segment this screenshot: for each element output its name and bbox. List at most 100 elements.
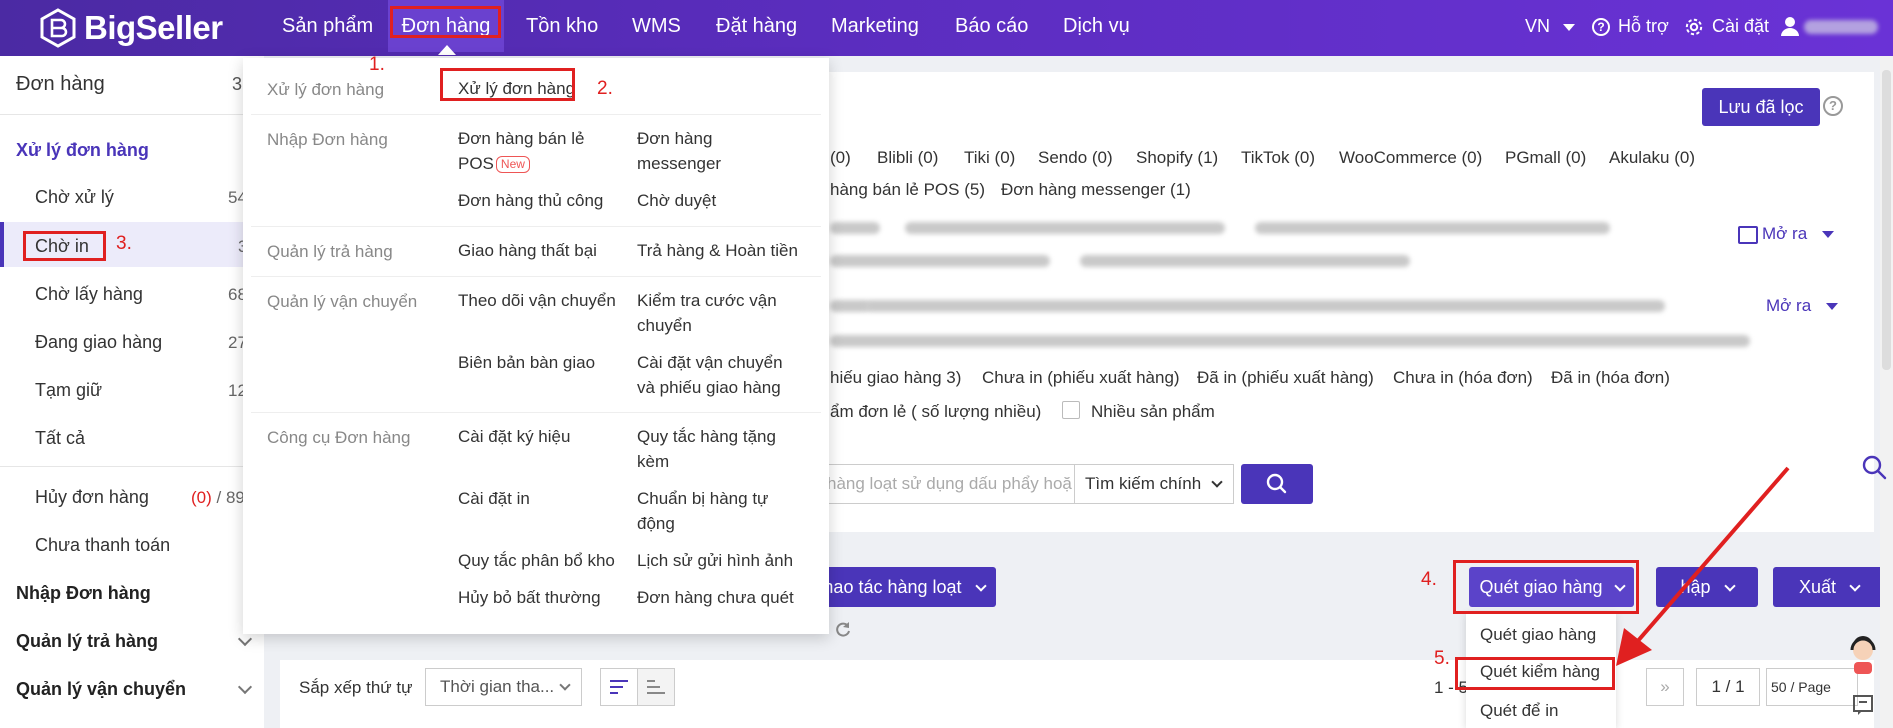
user-avatar-icon[interactable] [1780, 16, 1800, 36]
print-status-printed-picklist[interactable]: Đã in (phiếu xuất hàng) [1197, 368, 1374, 388]
language-selector[interactable]: VN [1525, 0, 1576, 52]
search-input[interactable]: hàng loạt sử dụng dấu phẩy hoặ [826, 464, 1074, 504]
menu-category-returns: Quản lý trả hàng [267, 242, 393, 261]
sort-field-select[interactable]: Thời gian tha... [425, 668, 582, 706]
platform-filter[interactable]: (0) [830, 148, 851, 168]
page-size-select[interactable]: 50 / Page [1766, 668, 1858, 706]
sidebar-section-import[interactable]: Nhập Đơn hàng [16, 583, 151, 604]
nav-products[interactable]: Sản phẩm [282, 0, 373, 52]
nav-reports[interactable]: Báo cáo [955, 0, 1028, 52]
menu-item-auto-prepare[interactable]: Chuẩn bị hàng tự động [637, 486, 797, 536]
search-field-select[interactable]: Tìm kiếm chính [1074, 464, 1234, 504]
platform-filter-pos[interactable]: hàng bán lẻ POS (5) [830, 180, 985, 200]
menu-item-returns-refunds[interactable]: Trả hàng & Hoàn tiền [637, 238, 798, 263]
sidebar-item-shipping[interactable]: Đang giao hàng [35, 332, 162, 353]
menu-item-symbol-settings[interactable]: Cài đặt ký hiệu [458, 424, 570, 449]
platform-filter-woocommerce[interactable]: WooCommerce (0) [1339, 148, 1482, 168]
menu-divider [251, 276, 821, 277]
sort-field-label: Thời gian tha... [440, 677, 555, 696]
gear-icon [1685, 19, 1703, 36]
menu-item-handover-report[interactable]: Biên bản bàn giao [458, 350, 595, 375]
sort-desc-button[interactable] [600, 668, 638, 706]
sort-asc-icon [647, 680, 665, 694]
expand-warehouses-link[interactable]: Mở ra [1766, 296, 1838, 316]
print-status-unprinted-invoice[interactable]: Chưa in (hóa đơn) [1393, 368, 1533, 388]
platform-filter-akulaku[interactable]: Akulaku (0) [1609, 148, 1695, 168]
sidebar-item-pending[interactable]: Chờ xử lý [35, 187, 114, 208]
feedback-icon[interactable] [1852, 694, 1874, 716]
menu-item-image-history[interactable]: Lịch sử gửi hình ảnh [637, 548, 793, 573]
sidebar-collapse-toggle[interactable]: 3 [232, 74, 242, 95]
redacted-store [830, 255, 1050, 267]
sidebar-section-returns[interactable]: Quản lý trả hàng [16, 631, 158, 652]
top-navigation-bar: BigSeller Sản phẩm Đơn hàng Tồn kho WMS … [0, 0, 1893, 56]
print-status-printed-invoice[interactable]: Đã in (hóa đơn) [1551, 368, 1670, 388]
annotation-step-5: 5. [1434, 648, 1450, 669]
sidebar-section-shipping[interactable]: Quản lý vận chuyển [16, 679, 186, 700]
new-badge: New [495, 156, 530, 174]
platform-filter-shopify[interactable]: Shopify (1) [1136, 148, 1218, 168]
menu-item-gift-rules[interactable]: Quy tắc hàng tặng kèm [637, 424, 797, 474]
sidebar-active-indicator [0, 222, 4, 267]
sidebar-item-all[interactable]: Tất cả [35, 428, 85, 449]
print-status-waybill[interactable]: hiếu giao hàng 3) [830, 368, 961, 388]
sidebar-item-waiting-pickup[interactable]: Chờ lấy hàng [35, 284, 143, 305]
menu-item-scan-shipping[interactable]: Quét giao hàng [1480, 625, 1596, 645]
redacted-warehouse [830, 300, 870, 312]
nav-purchase[interactable]: Đặt hàng [716, 0, 797, 52]
refresh-icon[interactable] [834, 621, 852, 639]
expand-stores-link[interactable]: Mở ra [1738, 224, 1834, 244]
menu-item-print-settings[interactable]: Cài đặt in [458, 486, 530, 511]
redacted-store [830, 222, 880, 234]
menu-item-messenger-orders[interactable]: Đơn hàng messenger [637, 126, 747, 176]
menu-item-check-shipping-fee[interactable]: Kiểm tra cước vận chuyển [637, 288, 797, 338]
sidebar-item-unpaid[interactable]: Chưa thanh toán [35, 535, 170, 556]
pager-current[interactable]: 1 / 1 [1696, 668, 1760, 706]
menu-item-warehouse-rules[interactable]: Quy tắc phân bổ kho [458, 548, 615, 573]
platform-filter-blibli[interactable]: Blibli (0) [877, 148, 938, 168]
multi-product-checkbox[interactable] [1062, 401, 1080, 419]
menu-item-manual-orders[interactable]: Đơn hàng thủ công [458, 188, 603, 213]
menu-item-track-shipping[interactable]: Theo dõi vận chuyển [458, 288, 616, 313]
platform-filter-messenger[interactable]: Đơn hàng messenger (1) [1001, 180, 1191, 200]
support-link[interactable]: ? Hỗ trợ [1592, 0, 1669, 52]
sort-asc-button[interactable] [637, 668, 675, 706]
save-filter-button[interactable]: Lưu đã lọc [1702, 88, 1820, 126]
nav-wms[interactable]: WMS [632, 0, 681, 52]
menu-category-shipping: Quản lý vận chuyển [267, 292, 418, 311]
settings-link[interactable]: Cài đặt [1684, 0, 1769, 52]
menu-item-pending-approval[interactable]: Chờ duyệt [637, 188, 716, 213]
nav-services[interactable]: Dịch vụ [1063, 0, 1130, 52]
platform-filter-pgmall[interactable]: PGmall (0) [1505, 148, 1586, 168]
product-type-single[interactable]: ẩm đơn lẻ ( số lượng nhiều) [830, 402, 1041, 422]
menu-item-scan-print[interactable]: Quét để in [1480, 701, 1558, 721]
menu-item-unscanned-orders[interactable]: Đơn hàng chưa quét [637, 585, 794, 610]
product-type-multi[interactable]: Nhiều sản phẩm [1091, 402, 1215, 422]
pager-next-button[interactable]: » [1646, 668, 1684, 706]
scrollbar-thumb[interactable] [1882, 70, 1891, 370]
menu-item-failed-delivery[interactable]: Giao hàng thất bại [458, 238, 597, 263]
user-name-redacted[interactable] [1804, 20, 1878, 34]
platform-filter-tiktok[interactable]: TikTok (0) [1241, 148, 1315, 168]
menu-item-cancel-abnormal[interactable]: Hủy bỏ bất thường [458, 585, 601, 610]
menu-item-shipping-settings[interactable]: Cài đặt vận chuyển và phiếu giao hàng [637, 350, 797, 400]
menu-item-pos-orders[interactable]: Đơn hàng bán lẻ POS New [458, 126, 618, 176]
platform-filter-tiki[interactable]: Tiki (0) [964, 148, 1015, 168]
nav-inventory[interactable]: Tồn kho [526, 0, 598, 52]
bulk-actions-button[interactable]: hao tác hàng loạt [812, 567, 996, 607]
list-filter-icon [1738, 225, 1758, 244]
print-status-unprinted-picklist[interactable]: Chưa in (phiếu xuất hàng) [982, 368, 1180, 388]
search-button[interactable] [1241, 464, 1313, 504]
sidebar-item-on-hold[interactable]: Tạm giữ [35, 380, 102, 401]
caret-down-icon [1563, 23, 1576, 31]
bigseller-logo[interactable]: BigSeller [38, 8, 223, 48]
support-agent-icon[interactable] [1846, 636, 1880, 676]
sidebar-item-cancelled[interactable]: Hủy đơn hàng [35, 487, 149, 508]
help-icon[interactable]: ? [1823, 96, 1843, 116]
floating-search-icon[interactable] [1860, 453, 1888, 481]
redacted-store [1255, 222, 1610, 234]
platform-filter-sendo[interactable]: Sendo (0) [1038, 148, 1113, 168]
nav-marketing[interactable]: Marketing [831, 0, 919, 52]
sidebar-section-process[interactable]: Xử lý đơn hàng [16, 140, 149, 161]
annotation-step-1: 1. [369, 54, 385, 75]
